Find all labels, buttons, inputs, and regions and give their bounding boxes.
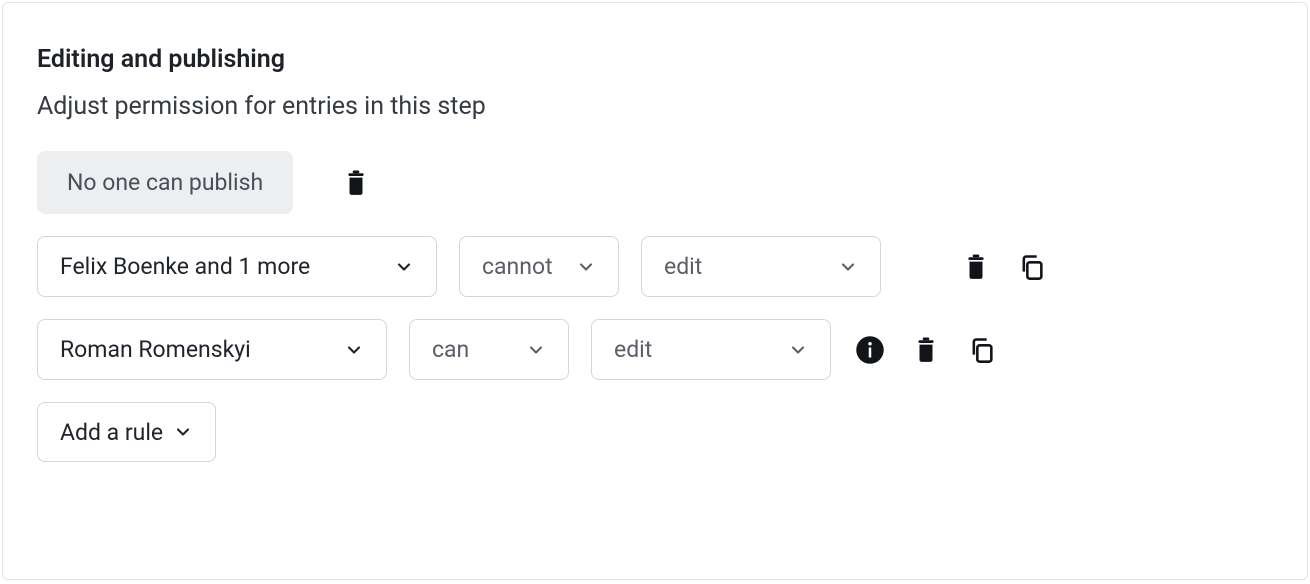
add-rule-row: Add a rule <box>37 402 1273 462</box>
who-dropdown[interactable]: Roman Romenskyi <box>37 319 387 380</box>
chevron-down-icon <box>344 340 364 360</box>
chevron-down-icon <box>576 257 596 277</box>
modal-label: cannot <box>482 253 553 280</box>
action-label: edit <box>664 253 702 280</box>
who-label: Felix Boenke and 1 more <box>60 253 310 280</box>
who-label: Roman Romenskyi <box>60 336 251 363</box>
add-rule-label: Add a rule <box>60 419 163 446</box>
add-rule-button[interactable]: Add a rule <box>37 402 216 462</box>
action-dropdown[interactable]: edit <box>591 319 831 380</box>
modal-dropdown[interactable]: cannot <box>459 236 619 297</box>
default-rule-chip: No one can publish <box>37 151 293 214</box>
trash-icon[interactable] <box>959 250 993 284</box>
rule-row: Roman Romenskyi can edit <box>37 319 1273 380</box>
section-subtitle: Adjust permission for entries in this st… <box>37 92 1273 121</box>
chevron-down-icon <box>526 340 546 360</box>
modal-label: can <box>432 336 469 363</box>
permissions-card: Editing and publishing Adjust permission… <box>2 2 1308 580</box>
trash-icon[interactable] <box>339 166 373 200</box>
trash-icon[interactable] <box>909 333 943 367</box>
chevron-down-icon <box>173 422 193 442</box>
chevron-down-icon <box>838 257 858 277</box>
action-dropdown[interactable]: edit <box>641 236 881 297</box>
action-label: edit <box>614 336 652 363</box>
section-title: Editing and publishing <box>37 45 1273 74</box>
chevron-down-icon <box>788 340 808 360</box>
who-dropdown[interactable]: Felix Boenke and 1 more <box>37 236 437 297</box>
rule-row: Felix Boenke and 1 more cannot edit <box>37 236 1273 297</box>
copy-icon[interactable] <box>1015 250 1049 284</box>
copy-icon[interactable] <box>965 333 999 367</box>
default-rule-row: No one can publish <box>37 151 1273 214</box>
info-icon[interactable] <box>853 333 887 367</box>
modal-dropdown[interactable]: can <box>409 319 569 380</box>
chevron-down-icon <box>394 257 414 277</box>
